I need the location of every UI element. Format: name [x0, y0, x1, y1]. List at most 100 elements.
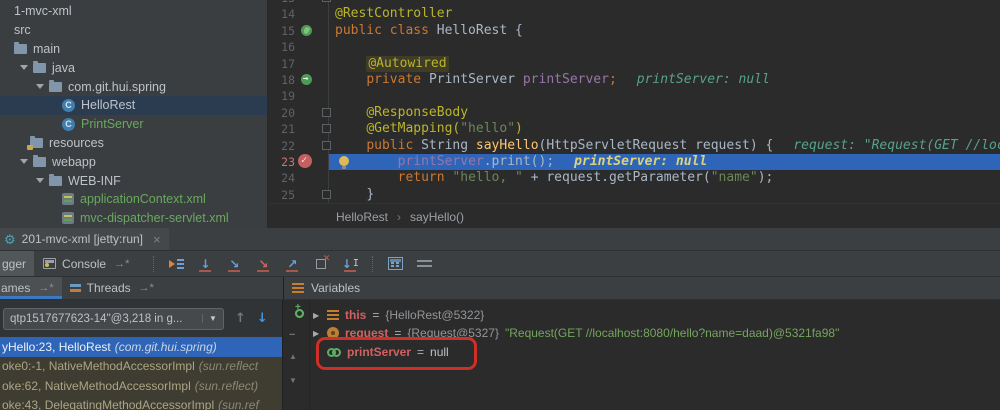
tree-item-web-inf[interactable]: WEB-INF: [0, 171, 267, 190]
breadcrumb-method[interactable]: sayHello(): [410, 210, 464, 224]
fold-marker-icon[interactable]: [322, 124, 331, 133]
tab-console[interactable]: Console →*: [34, 251, 138, 276]
code-line-23[interactable]: 23 printServer.print();printServer: null: [269, 154, 1000, 170]
autowired-bean-icon[interactable]: [301, 74, 312, 85]
code-text[interactable]: return "hello, " + request.getParameter(…: [328, 170, 1000, 186]
chevron-expanded-icon[interactable]: [36, 84, 44, 89]
code-line-14[interactable]: 14@RestController: [269, 6, 1000, 22]
close-icon[interactable]: ×: [153, 232, 161, 247]
stepper-icons: ↓ ↘ ↘ ↗ ✕ ↓I: [150, 254, 434, 273]
tree-item-1-mvc-xml[interactable]: 1-mvc-xml: [0, 2, 267, 21]
run-config-tab[interactable]: ⚙ 201-mvc-xml [jetty:run] ×: [0, 228, 169, 250]
tree-item-applicationcontext-xml[interactable]: applicationContext.xml: [0, 190, 267, 209]
evaluate-expression-icon[interactable]: [385, 254, 405, 273]
frame-row-0[interactable]: yHello:23, HelloRest (com.git.hui.spring…: [0, 337, 282, 357]
code-text[interactable]: @ResponseBody: [328, 105, 1000, 121]
spring-bean-icon[interactable]: [301, 25, 312, 36]
editor-lines: 1314@RestController15public class HelloR…: [269, 0, 1000, 203]
code-text[interactable]: @RestController: [328, 6, 1000, 22]
chevron-expanded-icon[interactable]: [20, 65, 28, 70]
tree-item-label: WEB-INF: [68, 174, 121, 188]
frame-previous-icon[interactable]: ↑: [235, 311, 246, 326]
tree-item-src[interactable]: src: [0, 21, 267, 40]
frame-next-icon[interactable]: ↓: [257, 311, 268, 326]
code-segment: @ResponseBody: [366, 105, 468, 120]
fold-marker-icon[interactable]: [322, 190, 331, 199]
expand-arrow-icon[interactable]: ▶: [313, 311, 321, 320]
code-text[interactable]: printServer.print();printServer: null: [328, 154, 1000, 170]
frame-row-3[interactable]: oke:43, DelegatingMethodAccessorImpl (su…: [0, 396, 282, 410]
chevron-down-icon[interactable]: ▼: [202, 314, 223, 323]
tree-item-com-git-hui-spring[interactable]: com.git.hui.spring: [0, 77, 267, 96]
step-over-icon[interactable]: ↓: [195, 254, 215, 273]
code-line-17[interactable]: 17 @Autowired: [269, 56, 1000, 72]
code-line-19[interactable]: 19: [269, 88, 1000, 104]
code-line-20[interactable]: 20 @ResponseBody: [269, 105, 1000, 121]
fold-marker-icon[interactable]: [322, 108, 331, 117]
move-up-icon[interactable]: ▲: [289, 352, 297, 361]
tree-item-printserver[interactable]: CPrintServer: [0, 115, 267, 134]
chevron-expanded-icon[interactable]: [20, 159, 28, 164]
tree-item-webapp[interactable]: webapp: [0, 152, 267, 171]
force-step-into-glyph: [257, 270, 269, 272]
variable-row-this[interactable]: ▶this={HelloRest@5322}: [313, 305, 484, 325]
code-line-18[interactable]: 18 private PrintServer printServer;print…: [269, 72, 1000, 88]
code-line-22[interactable]: 22 public String sayHello(HttpServletReq…: [269, 138, 1000, 154]
tab-debugger-label: gger: [2, 257, 26, 271]
tree-item-java[interactable]: java: [0, 58, 267, 77]
code-text[interactable]: public class HelloRest {: [328, 23, 1000, 39]
chevron-expanded-icon[interactable]: [36, 178, 44, 183]
step-into-icon[interactable]: ↘: [224, 254, 244, 273]
tree-item-mvc-dispatcher-servlet-xml[interactable]: mvc-dispatcher-servlet.xml: [0, 209, 267, 228]
run-to-cursor-icon[interactable]: ↓I: [340, 254, 360, 273]
code-text[interactable]: public String sayHello(HttpServletReques…: [328, 138, 1000, 154]
expand-arrow-icon[interactable]: ▶: [313, 329, 321, 338]
tree-item-main[interactable]: main: [0, 40, 267, 59]
breakpoint-hit-icon[interactable]: [298, 154, 312, 168]
code-line-21[interactable]: 21 @GetMapping("hello"): [269, 121, 1000, 137]
move-down-icon[interactable]: ▼: [289, 376, 297, 385]
code-line-25[interactable]: 25 }: [269, 187, 1000, 203]
code-segment: (HttpServletRequest request) {: [539, 138, 774, 153]
tab-frames[interactable]: ames →*: [0, 277, 62, 299]
fold-marker-icon[interactable]: [322, 0, 331, 2]
breadcrumb-class[interactable]: HelloRest: [336, 210, 388, 224]
show-execution-point-glyph: [169, 260, 175, 268]
frame-row-1[interactable]: oke0:-1, NativeMethodAccessorImpl (sun.r…: [0, 357, 282, 377]
layout-settings-icon[interactable]: [414, 254, 434, 273]
code-segment: [335, 72, 366, 87]
frame-location: oke0:-1, NativeMethodAccessorImpl: [2, 359, 195, 373]
code-text[interactable]: @Autowired: [328, 56, 1000, 72]
thread-selector[interactable]: qtp1517677623-14"@3,218 in g... ▼: [3, 308, 224, 330]
tab-debugger[interactable]: gger: [0, 251, 34, 276]
add-watch-icon[interactable]: +: [289, 308, 303, 318]
variable-row-request[interactable]: ▶request={Request@5327} "Request(GET //l…: [313, 323, 839, 343]
tab-threads[interactable]: Threads →*: [62, 277, 162, 299]
code-text[interactable]: [328, 39, 1000, 55]
variable-name: printServer: [347, 345, 411, 359]
force-step-into-icon[interactable]: ↘: [253, 254, 273, 273]
tree-item-hellorest[interactable]: CHelloRest: [0, 96, 267, 115]
intention-bulb-icon[interactable]: [339, 156, 349, 166]
code-line-16[interactable]: 16: [269, 39, 1000, 55]
code-text[interactable]: private PrintServer printServer;printSer…: [328, 72, 1000, 88]
variable-value: {HelloRest@5322}: [385, 308, 484, 322]
gutter: [295, 154, 328, 170]
frame-row-2[interactable]: oke:62, NativeMethodAccessorImpl (sun.re…: [0, 376, 282, 396]
show-execution-point-icon[interactable]: [166, 254, 186, 273]
code-editor[interactable]: 1314@RestController15public class HelloR…: [269, 0, 1000, 228]
tab-console-label: Console: [62, 257, 106, 271]
code-text[interactable]: [328, 88, 1000, 104]
code-text[interactable]: }: [328, 187, 1000, 203]
tree-item-resources[interactable]: resources: [0, 134, 267, 153]
code-line-15[interactable]: 15public class HelloRest {: [269, 23, 1000, 39]
code-text[interactable]: @GetMapping("hello"): [328, 121, 1000, 137]
code-line-24[interactable]: 24 return "hello, " + request.getParamet…: [269, 170, 1000, 186]
fold-marker-icon[interactable]: [322, 141, 331, 150]
drop-frame-icon[interactable]: ✕: [311, 254, 331, 273]
xml-file-icon: [62, 212, 74, 224]
step-out-icon[interactable]: ↗: [282, 254, 302, 273]
remove-watch-icon[interactable]: −: [289, 329, 295, 341]
frames-tab-bar: ames →* Threads →*: [0, 277, 283, 300]
variable-row-printServer[interactable]: printServer=null: [313, 342, 449, 362]
